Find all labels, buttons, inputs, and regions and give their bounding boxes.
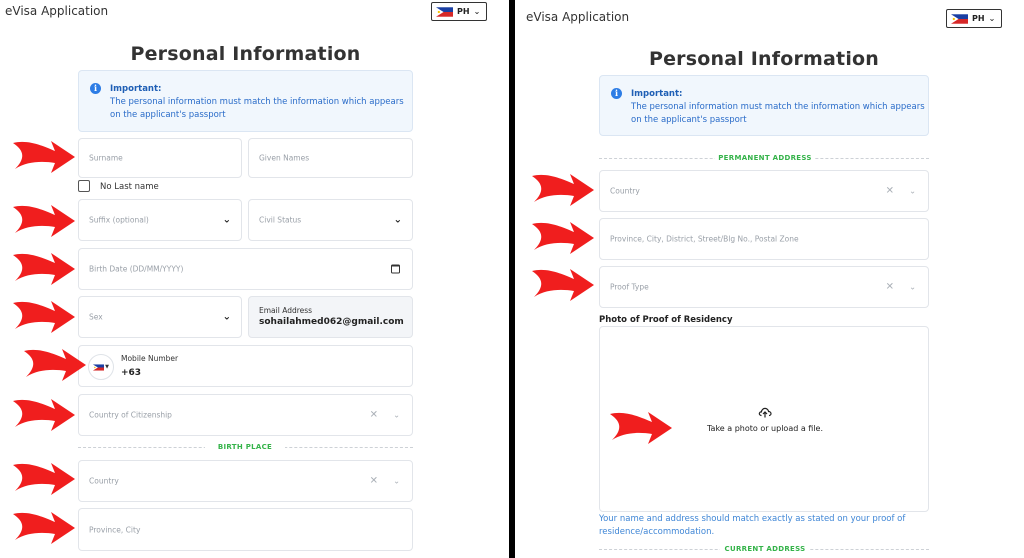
- birth-province-city-input[interactable]: Province, City: [78, 508, 413, 551]
- philippines-flag-icon: [436, 6, 453, 17]
- given-names-input[interactable]: Given Names: [248, 138, 413, 178]
- proof-type-select[interactable]: Proof Type ✕ ⌄: [599, 266, 929, 308]
- language-select[interactable]: PH ⌄: [431, 2, 487, 21]
- sex-select[interactable]: Sex ⌄: [78, 296, 242, 338]
- birth-date-input[interactable]: Birth Date (DD/MM/YYYY): [78, 248, 413, 290]
- surname-input[interactable]: Surname: [78, 138, 242, 178]
- suffix-placeholder: Suffix (optional): [89, 215, 149, 225]
- birth-country-select[interactable]: Country ✕ ⌄: [78, 460, 413, 502]
- red-arrow-annotation: [22, 345, 88, 385]
- left-screenshot-panel: eVisa Application PH ⌄ Personal Informat…: [0, 0, 509, 558]
- clear-icon[interactable]: ✕: [370, 476, 378, 487]
- calendar-icon[interactable]: [391, 264, 400, 274]
- app-title: eVisa Application: [526, 10, 630, 24]
- country-placeholder: Country: [89, 476, 119, 486]
- app-title: eVisa Application: [5, 4, 109, 18]
- chevron-down-icon: ⌄: [393, 476, 400, 486]
- civil-status-placeholder: Civil Status: [259, 215, 302, 225]
- language-code: PH: [457, 7, 470, 16]
- notice-title: Important:: [110, 84, 162, 94]
- caret-down-icon: ▼: [105, 364, 109, 370]
- email-field[interactable]: Email Address sohailahmed062@gmail.com: [248, 296, 413, 338]
- chevron-down-icon: ⌄: [909, 186, 916, 196]
- suffix-select[interactable]: Suffix (optional) ⌄: [78, 199, 242, 241]
- birth-place-heading: BIRTH PLACE: [205, 443, 285, 451]
- photo-proof-label: Photo of Proof of Residency: [599, 315, 733, 325]
- notice-line: The personal information must match the …: [110, 97, 404, 107]
- permanent-address-heading: PERMANENT ADDRESS: [715, 154, 815, 162]
- info-icon: i: [611, 88, 622, 99]
- no-last-name-label: No Last name: [100, 182, 159, 192]
- sex-placeholder: Sex: [89, 312, 103, 322]
- permanent-country-select[interactable]: Country ✕ ⌄: [599, 170, 929, 212]
- email-value: sohailahmed062@gmail.com: [259, 317, 404, 327]
- philippines-flag-icon: [93, 363, 105, 371]
- red-arrow-annotation: [11, 249, 77, 289]
- red-arrow-annotation: [11, 201, 77, 241]
- country-of-citizenship-select[interactable]: Country of Citizenship ✕ ⌄: [78, 394, 413, 436]
- citizenship-placeholder: Country of Citizenship: [89, 410, 172, 420]
- chevron-down-icon: ⌄: [909, 282, 916, 292]
- mobile-value: +63: [121, 368, 142, 378]
- given-names-placeholder: Given Names: [259, 153, 310, 163]
- chevron-down-icon: ⌄: [222, 311, 231, 323]
- notice-title: Important:: [631, 89, 683, 99]
- notice-line: on the applicant's passport: [110, 110, 226, 120]
- address-placeholder: Province, City, District, Street/Blg No.…: [610, 234, 799, 244]
- chevron-down-icon: ⌄: [393, 410, 400, 420]
- no-last-name-checkbox[interactable]: [78, 180, 90, 192]
- red-arrow-annotation: [530, 218, 596, 258]
- info-icon: i: [90, 83, 101, 94]
- province-city-placeholder: Province, City: [89, 525, 141, 534]
- clear-icon[interactable]: ✕: [370, 410, 378, 421]
- red-arrow-annotation: [11, 459, 77, 499]
- important-notice: i Important: The personal information mu…: [78, 70, 413, 132]
- language-code: PH: [972, 14, 985, 23]
- chevron-down-icon: ⌄: [393, 214, 402, 226]
- right-screenshot-panel: eVisa Application PH ⌄ Personal Informat…: [515, 0, 1024, 558]
- language-select[interactable]: PH ⌄: [946, 9, 1002, 28]
- mobile-number-field[interactable]: ▼ Mobile Number +63: [78, 345, 413, 387]
- page-title: Personal Information: [648, 48, 880, 70]
- surname-placeholder: Surname: [89, 153, 123, 163]
- proof-type-placeholder: Proof Type: [610, 282, 649, 292]
- page-title: Personal Information: [130, 43, 361, 65]
- red-arrow-annotation: [530, 265, 596, 305]
- notice-text: The personal information must match the …: [110, 96, 410, 122]
- cloud-upload-icon: [758, 407, 772, 418]
- chevron-down-icon: ⌄: [473, 7, 481, 16]
- permanent-address-input[interactable]: Province, City, District, Street/Blg No.…: [599, 218, 929, 260]
- civil-status-select[interactable]: Civil Status ⌄: [248, 199, 413, 241]
- mobile-label: Mobile Number: [121, 354, 179, 363]
- clear-icon[interactable]: ✕: [886, 186, 894, 197]
- red-arrow-annotation: [608, 408, 674, 448]
- current-address-heading: CURRENT ADDRESS: [720, 545, 810, 553]
- notice-line: The personal information must match the …: [631, 102, 925, 112]
- philippines-flag-icon: [951, 13, 968, 24]
- country-code-selector[interactable]: ▼: [88, 354, 114, 380]
- red-arrow-annotation: [11, 137, 77, 177]
- country-placeholder: Country: [610, 186, 640, 196]
- birth-date-placeholder: Birth Date (DD/MM/YYYY): [89, 264, 184, 274]
- chevron-down-icon: ⌄: [222, 214, 231, 226]
- notice-text: The personal information must match the …: [631, 101, 926, 127]
- important-notice: i Important: The personal information mu…: [599, 75, 929, 136]
- helper-line: Your name and address should match exact…: [599, 514, 906, 524]
- red-arrow-annotation: [530, 170, 596, 210]
- helper-line: residence/accommodation.: [599, 527, 715, 537]
- proof-helper-text: Your name and address should match exact…: [599, 513, 929, 539]
- clear-icon[interactable]: ✕: [886, 282, 894, 293]
- red-arrow-annotation: [11, 297, 77, 337]
- red-arrow-annotation: [11, 508, 77, 548]
- email-label: Email Address: [259, 306, 313, 315]
- notice-line: on the applicant's passport: [631, 115, 747, 125]
- red-arrow-annotation: [11, 395, 77, 435]
- chevron-down-icon: ⌄: [988, 14, 996, 23]
